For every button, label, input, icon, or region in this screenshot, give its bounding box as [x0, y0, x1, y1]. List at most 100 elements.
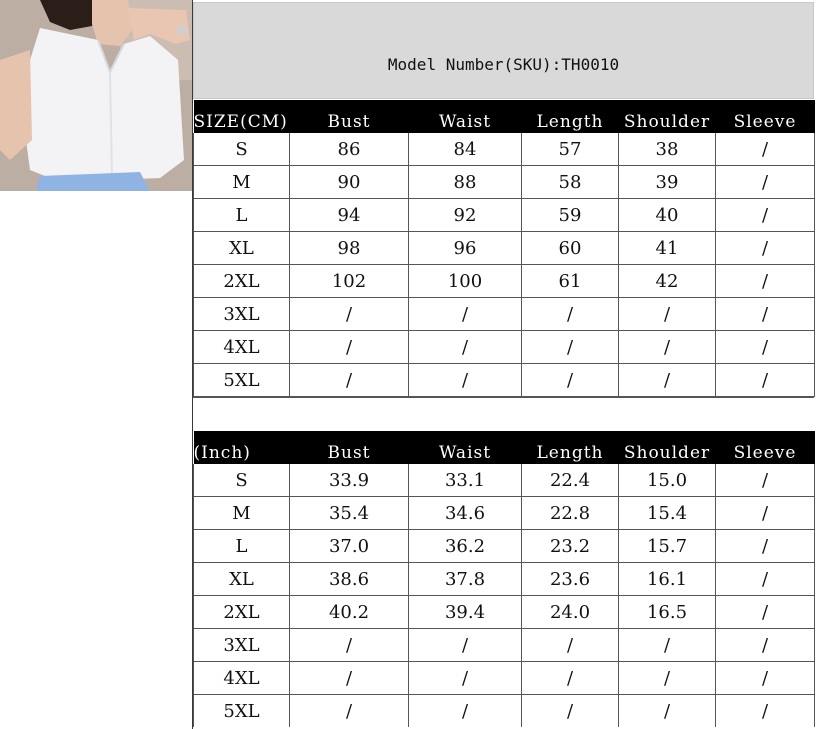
measurement-cell: /	[289, 363, 409, 397]
measurement-cell: 40	[618, 198, 716, 232]
measurement-cell: 41	[618, 231, 716, 265]
column-header: Length	[521, 431, 619, 464]
table-row: M 90 88 58 39/	[193, 165, 815, 199]
model-number-label: Model Number(SKU):TH0010	[387, 55, 620, 74]
table-row: S 33.9 33.1 22.4 15.0/	[193, 464, 815, 497]
measurement-cell: /	[289, 330, 409, 364]
measurement-cell: 57	[521, 133, 619, 166]
table-header-row: (Inch) Bust Waist Length Shoulder Sleeve	[193, 431, 815, 464]
size-cell: M	[193, 496, 290, 530]
measurement-cell: /	[715, 464, 815, 497]
table-row: 3XL / / / / /	[193, 297, 815, 331]
measurement-cell: 33.9	[289, 464, 409, 497]
size-cell: 5XL	[193, 694, 290, 727]
measurement-cell: 61	[521, 264, 619, 298]
measurement-cell: /	[715, 231, 815, 265]
measurement-cell: /	[408, 694, 522, 727]
table-row: 2XL 40.2 39.4 24.0 16.5/	[193, 595, 815, 629]
measurement-cell: /	[618, 694, 716, 727]
table-row: L 94 92 59 40/	[193, 198, 815, 232]
measurement-cell: 22.8	[521, 496, 619, 530]
size-table-cm: SIZE(CM) Bust Waist Length Shoulder Sleeve S8…	[193, 100, 815, 397]
measurement-cell: 24.0	[521, 595, 619, 629]
measurement-cell: /	[289, 297, 409, 331]
measurement-cell: /	[715, 133, 815, 166]
size-cell: 3XL	[193, 628, 290, 662]
measurement-cell: /	[618, 330, 716, 364]
measurement-cell: /	[521, 330, 619, 364]
column-header: Waist	[408, 100, 522, 133]
measurement-cell: /	[521, 694, 619, 727]
product-photo	[0, 0, 192, 191]
measurement-cell: /	[715, 628, 815, 662]
column-header: Sleeve	[715, 431, 815, 464]
table-row: 3XL / / / / /	[193, 628, 815, 662]
table-row: 2XL 102 100 61 42/	[193, 264, 815, 298]
measurement-cell: /	[618, 363, 716, 397]
measurement-cell: 37.0	[289, 529, 409, 563]
column-header: Shoulder	[618, 100, 716, 133]
measurement-cell: /	[618, 628, 716, 662]
column-header: Bust	[289, 431, 409, 464]
table-row: 5XL / / / / /	[193, 694, 815, 727]
measurement-cell: 94	[289, 198, 409, 232]
measurement-cell: 86	[289, 133, 409, 166]
measurement-cell: 15.7	[618, 529, 716, 563]
measurement-cell: /	[408, 661, 522, 695]
measurement-cell: 16.5	[618, 595, 716, 629]
size-table-inch: (Inch) Bust Waist Length Shoulder Sleeve S 33.…	[193, 431, 815, 727]
table-row: 4XL / / / / /	[193, 661, 815, 695]
measurement-cell: /	[715, 165, 815, 199]
measurement-cell: 33.1	[408, 464, 522, 497]
table-gap	[193, 397, 814, 431]
measurement-cell: /	[289, 694, 409, 727]
measurement-cell: /	[715, 562, 815, 596]
measurement-cell: /	[408, 363, 522, 397]
size-cell: 4XL	[193, 661, 290, 695]
size-cell: L	[193, 529, 290, 563]
column-header: Length	[521, 100, 619, 133]
measurement-cell: 92	[408, 198, 522, 232]
column-header: SIZE(CM)	[193, 100, 290, 133]
measurement-cell: 34.6	[408, 496, 522, 530]
measurement-cell: /	[521, 628, 619, 662]
size-cell: M	[193, 165, 290, 199]
table-row: S 86 84 57 38/	[193, 133, 815, 166]
measurement-cell: /	[521, 297, 619, 331]
measurement-cell: /	[715, 694, 815, 727]
measurement-cell: 23.2	[521, 529, 619, 563]
table-row: M 35.4 34.6 22.8 15.4/	[193, 496, 815, 530]
measurement-cell: 38	[618, 133, 716, 166]
measurement-cell: /	[715, 330, 815, 364]
table-header-row: SIZE(CM) Bust Waist Length Shoulder Sleeve	[193, 100, 815, 133]
column-header: (Inch)	[193, 431, 290, 464]
measurement-cell: /	[715, 264, 815, 298]
size-cell: XL	[193, 562, 290, 596]
measurement-cell: 35.4	[289, 496, 409, 530]
measurement-cell: 38.6	[289, 562, 409, 596]
table-row: XL 98 96 60 41/	[193, 231, 815, 265]
measurement-cell: 37.8	[408, 562, 522, 596]
table-row: 5XL / / / / /	[193, 363, 815, 397]
measurement-cell: 39.4	[408, 595, 522, 629]
measurement-cell: 23.6	[521, 562, 619, 596]
measurement-cell: 96	[408, 231, 522, 265]
measurement-cell: 39	[618, 165, 716, 199]
measurement-cell: 15.0	[618, 464, 716, 497]
measurement-cell: 40.2	[289, 595, 409, 629]
measurement-cell: 98	[289, 231, 409, 265]
size-cell: 3XL	[193, 297, 290, 331]
measurement-cell: /	[289, 661, 409, 695]
measurement-cell: /	[715, 496, 815, 530]
size-cell: L	[193, 198, 290, 232]
measurement-cell: /	[408, 330, 522, 364]
measurement-cell: /	[715, 363, 815, 397]
model-number-header: Model Number(SKU):TH0010	[193, 2, 814, 99]
table-row: L 37.0 36.2 23.2 15.7/	[193, 529, 815, 563]
model-photo-icon	[0, 0, 192, 191]
measurement-cell: /	[521, 363, 619, 397]
measurement-cell: /	[715, 198, 815, 232]
measurement-cell: 36.2	[408, 529, 522, 563]
measurement-cell: 60	[521, 231, 619, 265]
size-cell: XL	[193, 231, 290, 265]
